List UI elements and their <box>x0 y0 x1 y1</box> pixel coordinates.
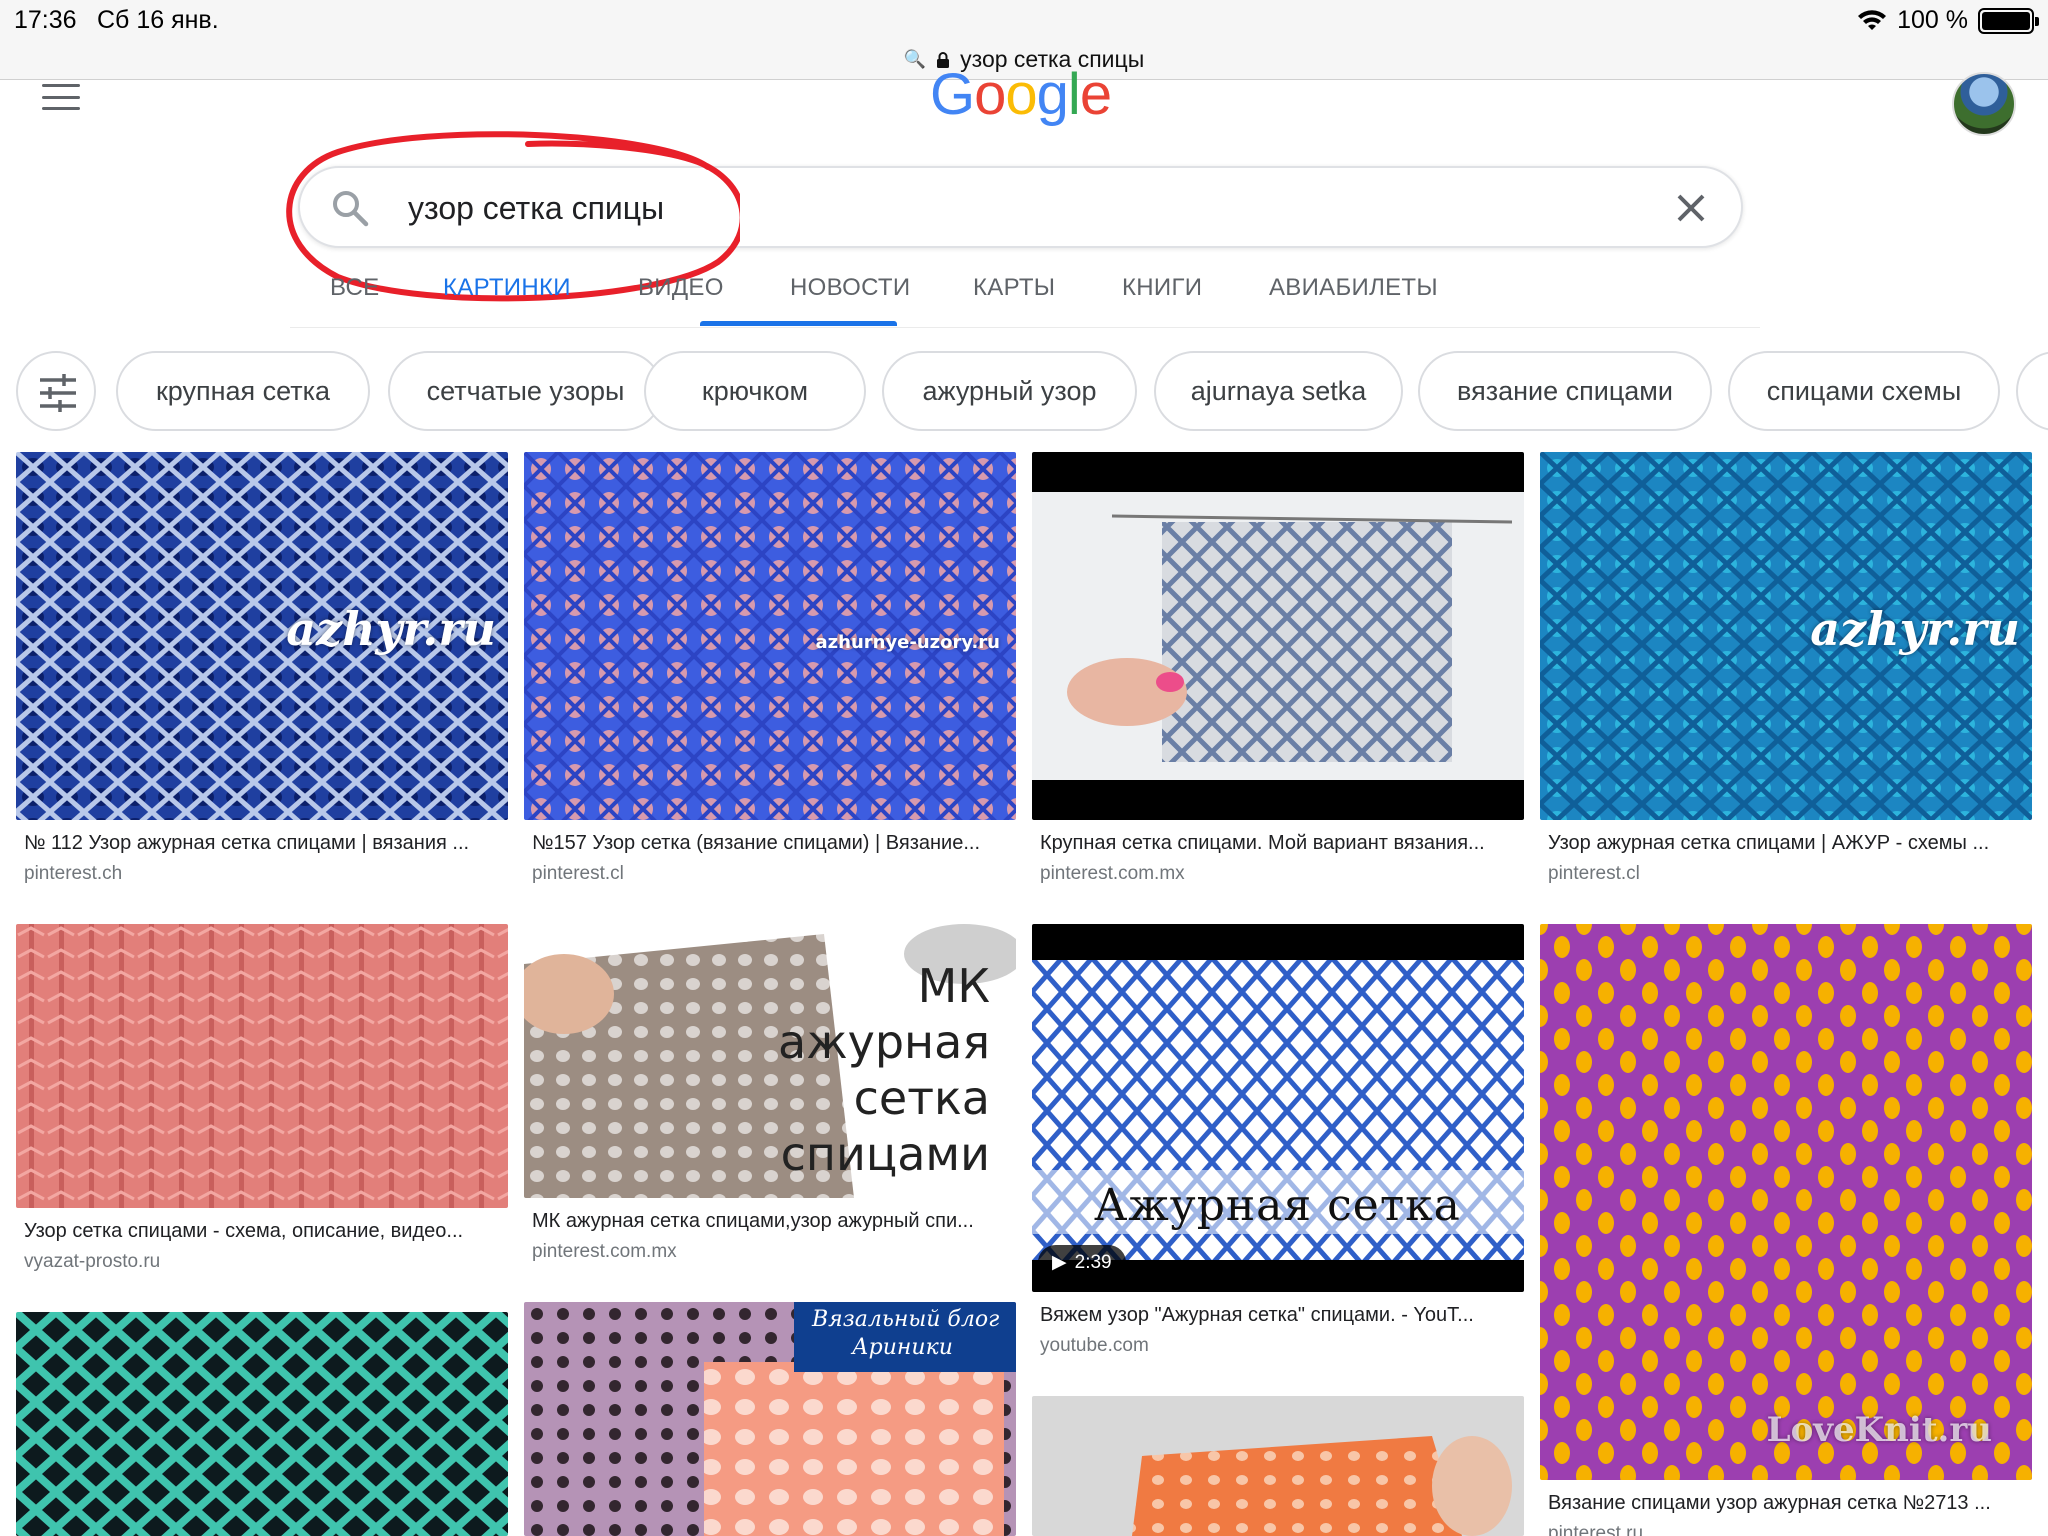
watermark: azhyr.ru <box>286 602 496 656</box>
tab-all[interactable]: ВСЕ <box>330 274 379 302</box>
avatar[interactable] <box>1952 72 2016 136</box>
result-caption[interactable]: №157 Узор сетка (вязание спицами) | Вяза… <box>524 832 1008 855</box>
result-image[interactable]: Вязальный блог Ариники <box>524 1302 1016 1536</box>
result-source: pinterest.com.mx <box>1040 863 1185 884</box>
chip-partial[interactable] <box>2016 351 2048 431</box>
result-source: pinterest.ch <box>24 863 123 884</box>
result-image[interactable]: azhurnye-uzory.ru <box>524 452 1016 820</box>
logo-letter: o <box>974 62 1006 127</box>
tab-video[interactable]: ВИДЕО <box>638 274 724 302</box>
tune-icon <box>40 374 76 412</box>
video-title-overlay: Ажурная сетка <box>1094 1180 1461 1231</box>
chip-mesh-patterns[interactable]: сетчатые узоры <box>388 351 663 431</box>
overlay-text: Вязальный блог Ариники <box>812 1307 1000 1360</box>
result-caption[interactable]: МК ажурная сетка спицами,узор ажурный сп… <box>524 1210 1008 1233</box>
chip-ajurnaya[interactable]: ajurnaya setka <box>1154 351 1403 431</box>
chip-schemes[interactable]: спицами схемы <box>1728 351 2000 431</box>
result-card[interactable]: Крупная сетка спицами. Мой вариант вязан… <box>1032 452 1524 885</box>
logo-letter: o <box>1005 62 1037 127</box>
tab-news[interactable]: НОВОСТИ <box>790 274 910 302</box>
search-icon: 🔍 <box>903 49 927 69</box>
result-image[interactable]: azhyr.ru <box>16 452 508 820</box>
result-caption[interactable]: № 112 Узор ажурная сетка спицами | вязан… <box>16 832 500 855</box>
tab-images[interactable]: КАРТИНКИ <box>443 274 571 302</box>
result-card[interactable]: Узор сетка спицами - схема, описание, ви… <box>16 924 508 1273</box>
battery-percent: 100 % <box>1897 6 1968 34</box>
result-card[interactable]: LoveKnit.ru Вязание спицами узор ажурная… <box>1540 924 2032 1536</box>
tab-books[interactable]: КНИГИ <box>1122 274 1202 302</box>
status-date: Сб 16 янв. <box>97 6 219 34</box>
watermark: azhurnye-uzory.ru <box>815 632 1001 653</box>
result-card[interactable] <box>1032 1396 1524 1536</box>
suggestion-chips: крупная сетка сетчатые узоры крючком ажу… <box>0 347 2048 433</box>
result-caption[interactable]: Вязание спицами узор ажурная сетка №2713… <box>1540 1492 2024 1515</box>
result-card[interactable]: МК ажурная сетка спицами МК ажурная сетк… <box>524 924 1016 1263</box>
logo-letter: G <box>930 62 975 127</box>
result-card[interactable]: Ажурная сетка ▶ 2:39 Вяжем узор "Ажурная… <box>1032 924 1524 1357</box>
logo-letter: e <box>1079 62 1112 127</box>
menu-icon[interactable] <box>42 84 80 110</box>
tab-flights[interactable]: АВИАБИЛЕТЫ <box>1269 274 1438 302</box>
search-input[interactable]: узор сетка спицы <box>408 190 664 227</box>
result-image[interactable] <box>1032 452 1524 820</box>
result-image[interactable]: azhyr.ru <box>1540 452 2032 820</box>
filter-button[interactable] <box>16 351 96 431</box>
result-source: pinterest.com.mx <box>532 1241 677 1262</box>
result-caption[interactable]: Вяжем узор "Ажурная сетка" спицами. - Yo… <box>1032 1304 1516 1327</box>
result-image[interactable] <box>1032 1396 1524 1536</box>
play-icon: ▶ <box>1052 1252 1067 1273</box>
tab-maps[interactable]: КАРТЫ <box>973 274 1055 302</box>
result-image[interactable] <box>16 1312 508 1536</box>
search-tabs: ВСЕ КАРТИНКИ ВИДЕО НОВОСТИ КАРТЫ КНИГИ А… <box>290 258 1760 328</box>
battery-icon <box>1978 7 2039 34</box>
result-source: pinterest.ru <box>1548 1523 1644 1536</box>
result-caption[interactable]: Узор ажурная сетка спицами | АЖУР - схем… <box>1540 832 2024 855</box>
result-card[interactable]: azhyr.ru № 112 Узор ажурная сетка спицам… <box>16 452 508 885</box>
google-logo[interactable]: Google <box>930 66 1112 124</box>
wifi-icon <box>1858 9 1887 30</box>
result-card[interactable]: Вязальный блог Ариники <box>524 1302 1016 1536</box>
result-image[interactable]: Ажурная сетка ▶ 2:39 <box>1032 924 1524 1292</box>
status-right: 100 % <box>1857 6 2039 35</box>
chip-knitting[interactable]: вязание спицами <box>1418 351 1712 431</box>
result-source: pinterest.cl <box>1548 863 1640 884</box>
result-card[interactable]: azhurnye-uzory.ru №157 Узор сетка (вязан… <box>524 452 1016 885</box>
active-tab-indicator <box>700 321 897 326</box>
logo-letter: l <box>1067 62 1081 127</box>
result-caption[interactable]: Узор сетка спицами - схема, описание, ви… <box>16 1220 500 1243</box>
result-card[interactable]: azhyr.ru Узор ажурная сетка спицами | АЖ… <box>1540 452 2032 885</box>
result-image[interactable]: LoveKnit.ru <box>1540 924 2032 1480</box>
result-source: youtube.com <box>1040 1335 1149 1356</box>
video-duration-badge: ▶ 2:39 <box>1038 1245 1126 1280</box>
search-icon[interactable] <box>330 188 370 228</box>
result-image[interactable]: МК ажурная сетка спицами <box>524 924 1016 1198</box>
logo-letter: g <box>1036 62 1069 127</box>
status-bar: 17:36 Сб 16 янв. 100 % <box>0 0 2048 40</box>
overlay-text: МК ажурная сетка спицами <box>778 959 990 1181</box>
result-image[interactable] <box>16 924 508 1208</box>
watermark: azhyr.ru <box>1810 602 2020 656</box>
chip-crochet[interactable]: крючком <box>644 351 866 431</box>
result-caption[interactable]: Крупная сетка спицами. Мой вариант вязан… <box>1032 832 1516 855</box>
chip-large-mesh[interactable]: крупная сетка <box>116 351 370 431</box>
status-time: 17:36 <box>14 6 77 34</box>
result-source: vyazat-prosto.ru <box>24 1251 161 1272</box>
result-card[interactable] <box>16 1312 508 1536</box>
result-source: pinterest.cl <box>532 863 624 884</box>
watermark: LoveKnit.ru <box>1766 1410 1992 1450</box>
search-box[interactable]: узор сетка спицы <box>298 166 1743 248</box>
close-icon[interactable] <box>1671 188 1711 228</box>
chip-openwork[interactable]: ажурный узор <box>882 351 1137 431</box>
